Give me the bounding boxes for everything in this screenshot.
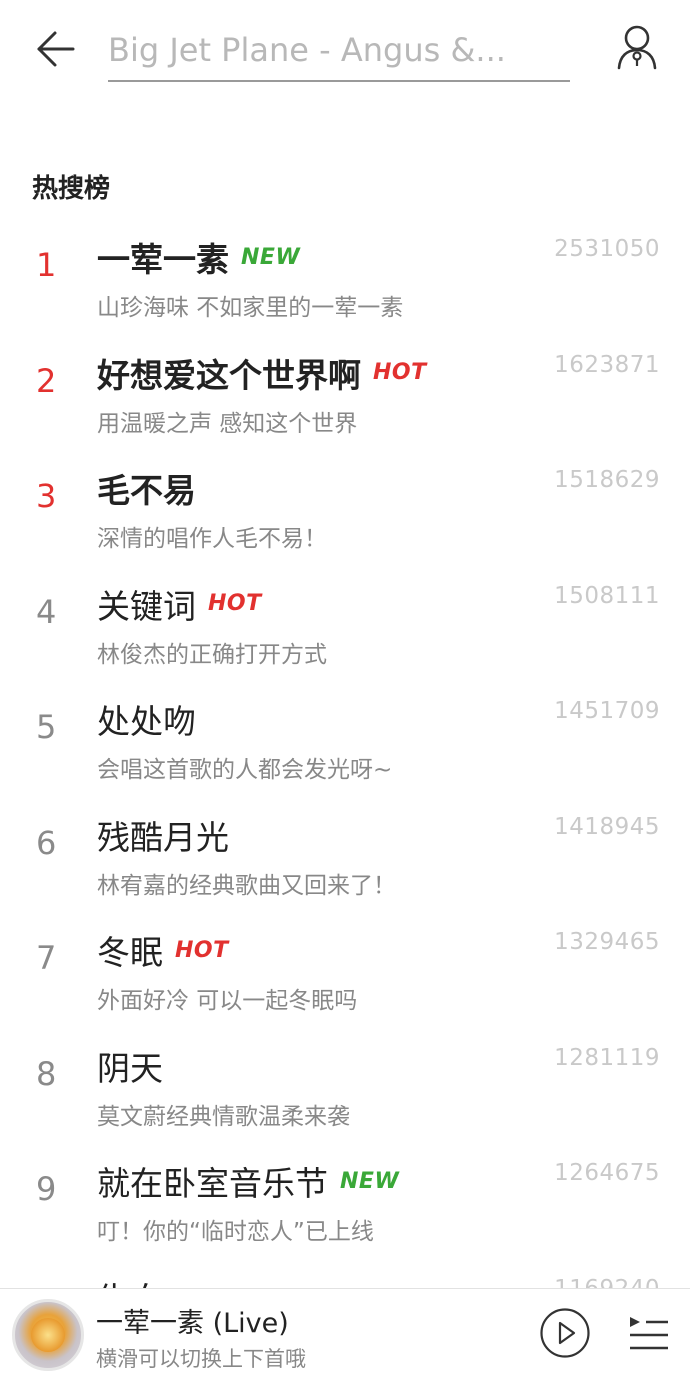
item-description: 莫文蔚经典情歌温柔来袭: [97, 1103, 350, 1130]
rank-number: 6: [36, 823, 57, 862]
top-bar: [0, 0, 690, 110]
item-description: 深情的唱作人毛不易！: [97, 526, 327, 552]
item-title-row: 冬眠 HOT: [97, 927, 229, 973]
item-title-row: 关键词 HOT: [97, 581, 262, 627]
mini-player[interactable]: 一荤一素 (Live) 横滑可以切换上下首哦: [0, 1288, 690, 1381]
item-title-row: 阴天: [97, 1043, 163, 1089]
item-description: 叮！你的“临时恋人”已上线: [97, 1219, 374, 1245]
item-description: 山珍海味 不如家里的一荤一素: [97, 295, 404, 321]
play-button[interactable]: [539, 1307, 591, 1363]
playlist-icon: [626, 1313, 670, 1357]
item-title: 告白: [97, 1273, 163, 1289]
item-description: 用温暖之声 感知这个世界: [97, 410, 358, 437]
rank-number: 4: [36, 592, 57, 631]
now-playing-title: 一荤一素 (Live): [96, 1308, 289, 1339]
hot-search-item[interactable]: 10告白1169240: [0, 1262, 690, 1289]
item-title-row: 好想爱这个世界啊 HOT: [97, 350, 427, 396]
hot-search-list: 1 一荤一素 NEW 山珍海味 不如家里的一荤一素 2531050 2 好想爱这个世界啊 HO…: [0, 222, 690, 1288]
item-title: 关键词: [97, 586, 196, 626]
hot-search-item[interactable]: 7 冬眠 HOT 外面好冷 可以一起冬眠吗 1329465: [0, 915, 690, 1031]
hot-search-item[interactable]: 6 残酷月光林宥嘉的经典歌曲又回来了！ 1418945: [0, 800, 690, 916]
item-title-row: 告白: [97, 1274, 163, 1289]
album-cover[interactable]: [12, 1299, 84, 1371]
search-score: 1418945: [554, 813, 660, 840]
item-title-row: 残酷月光: [97, 812, 229, 858]
new-badge: NEW: [241, 244, 301, 270]
search-score: 1264675: [554, 1160, 660, 1186]
item-title: 残酷月光: [97, 817, 229, 857]
rank-number: 1: [36, 246, 57, 284]
hot-badge: HOT: [373, 360, 427, 385]
hot-search-item[interactable]: 1 一荤一素 NEW 山珍海味 不如家里的一荤一素 2531050: [0, 222, 690, 338]
user-button[interactable]: [610, 22, 664, 76]
arrow-left-icon: [33, 29, 77, 73]
item-description: 外面好冷 可以一起冬眠吗: [97, 988, 358, 1014]
item-description: 会唱这首歌的人都会发光呀~: [97, 757, 393, 783]
now-playing-hint: 横滑可以切换上下首哦: [96, 1347, 306, 1371]
rank-number: 8: [36, 1054, 57, 1093]
item-title: 就在卧室音乐节: [97, 1164, 328, 1203]
item-title: 冬眠: [97, 933, 163, 972]
search-score: 2531050: [554, 236, 660, 262]
item-title: 毛不易: [97, 471, 196, 510]
play-circle-icon: [539, 1307, 591, 1363]
search-score: 1623871: [554, 351, 660, 378]
search-score: 1518629: [554, 467, 660, 493]
hot-search-item[interactable]: 2 好想爱这个世界啊 HOT 用温暖之声 感知这个世界 1623871: [0, 338, 690, 454]
item-title: 好想爱这个世界啊: [97, 355, 361, 395]
hot-search-item[interactable]: 8 阴天莫文蔚经典情歌温柔来袭 1281119: [0, 1031, 690, 1147]
hot-search-item[interactable]: 9 就在卧室音乐节 NEW 叮！你的“临时恋人”已上线 1264675: [0, 1146, 690, 1262]
hot-badge: HOT: [175, 937, 229, 963]
item-description: 林宥嘉的经典歌曲又回来了！: [97, 872, 396, 899]
search-score: 1451709: [554, 698, 660, 724]
new-badge: NEW: [340, 1168, 400, 1194]
item-title-row: 一荤一素 NEW: [97, 234, 300, 280]
back-button[interactable]: [28, 24, 82, 78]
rank-number: 5: [36, 708, 57, 746]
item-title: 一荤一素: [97, 240, 229, 279]
item-title-row: 处处吻: [97, 696, 196, 742]
item-title-row: 就在卧室音乐节 NEW: [97, 1158, 399, 1204]
item-title: 处处吻: [97, 702, 196, 741]
search-score: 1281119: [554, 1044, 660, 1071]
item-title: 阴天: [97, 1048, 163, 1088]
hot-badge: HOT: [208, 591, 262, 616]
item-title-row: 毛不易: [97, 465, 196, 511]
search-input[interactable]: [108, 22, 570, 78]
search-score: 1508111: [554, 582, 660, 609]
rank-number: 9: [36, 1170, 57, 1208]
album-cover-art: [31, 1318, 65, 1352]
playlist-button[interactable]: [624, 1311, 672, 1359]
search-score: 1329465: [554, 929, 660, 955]
rank-number: 2: [36, 361, 57, 400]
search-field[interactable]: [108, 22, 570, 82]
section-title: 热搜榜: [32, 174, 111, 204]
item-description: 林俊杰的正确打开方式: [97, 641, 327, 668]
hot-search-item[interactable]: 5 处处吻会唱这首歌的人都会发光呀~ 1451709: [0, 684, 690, 800]
rank-number: 7: [36, 939, 57, 977]
hot-search-item[interactable]: 3 毛不易深情的唱作人毛不易！ 1518629: [0, 453, 690, 569]
hot-search-item[interactable]: 4 关键词 HOT 林俊杰的正确打开方式 1508111: [0, 569, 690, 685]
search-score: 1169240: [554, 1276, 660, 1289]
rank-number: 3: [36, 477, 57, 515]
user-mic-icon: [617, 24, 657, 74]
